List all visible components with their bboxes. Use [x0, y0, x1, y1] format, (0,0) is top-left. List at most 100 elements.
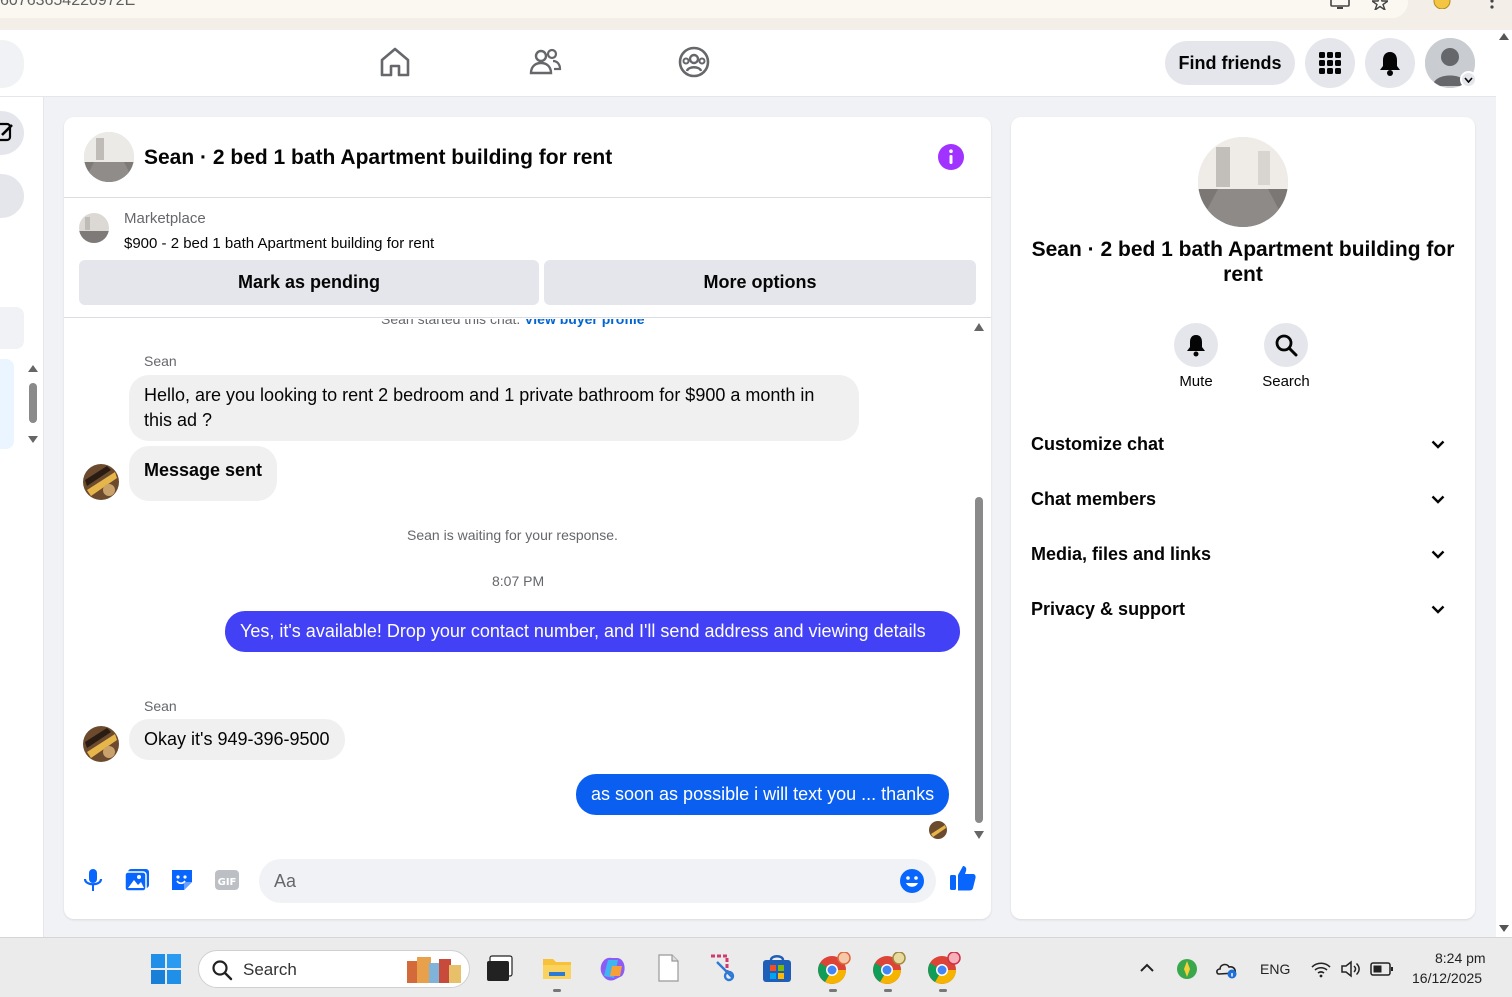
section-customize-chat[interactable]: Customize chat [1031, 424, 1455, 464]
sidebar-scrollbar[interactable] [28, 365, 38, 450]
snipping-tool-icon[interactable] [707, 952, 739, 984]
more-options-button[interactable]: More options [544, 260, 976, 305]
message-input-placeholder: Aa [274, 871, 297, 891]
browser-toolbar: 60763654220972E [0, 0, 1512, 30]
sender-avatar[interactable] [83, 726, 119, 762]
compose-icon[interactable] [0, 121, 14, 148]
sidebar-item[interactable] [0, 307, 24, 349]
outgoing-message[interactable]: Yes, it's available! Drop your contact n… [225, 611, 960, 652]
chevron-up-icon[interactable] [1137, 958, 1157, 978]
chats-sidebar [0, 97, 44, 937]
notifications-button[interactable] [1365, 38, 1415, 88]
listing-thumbnail[interactable] [79, 213, 109, 243]
battery-icon[interactable] [1370, 961, 1394, 977]
facebook-search-pill[interactable] [0, 40, 24, 88]
sticker-icon[interactable] [168, 866, 196, 894]
gif-icon[interactable]: GIF [213, 866, 241, 894]
section-privacy-support[interactable]: Privacy & support [1031, 589, 1455, 629]
chevron-down-icon [1431, 550, 1445, 559]
tray-app-icon[interactable] [1176, 958, 1198, 980]
windows-taskbar: Search ENG 8:24 pm 16/12/2025 [0, 937, 1512, 997]
search-icon [1264, 323, 1308, 367]
bell-icon [1174, 323, 1218, 367]
search-in-conversation-button[interactable]: Search [1241, 323, 1331, 390]
task-view-icon[interactable] [484, 952, 516, 984]
emoji-icon[interactable] [899, 868, 925, 899]
running-indicator [829, 989, 837, 992]
bookmark-star-icon[interactable] [1369, 0, 1391, 14]
wifi-icon[interactable] [1310, 960, 1332, 978]
outgoing-message[interactable]: as soon as possible i will text you ... … [576, 774, 950, 815]
friends-icon[interactable] [527, 44, 563, 80]
onedrive-icon[interactable] [1215, 958, 1239, 980]
file-explorer-icon[interactable] [541, 952, 573, 984]
address-bar-url[interactable]: 60763654220972E [0, 0, 135, 10]
section-media-files-links[interactable]: Media, files and links [1031, 534, 1455, 574]
running-indicator [884, 989, 892, 992]
home-icon[interactable] [377, 44, 413, 80]
sidebar-item-selected[interactable] [0, 359, 14, 449]
message-scrollbar[interactable] [971, 323, 987, 845]
mark-as-pending-button[interactable]: Mark as pending [79, 260, 539, 305]
chevron-down-icon [1431, 440, 1445, 449]
running-indicator [939, 989, 947, 992]
info-icon[interactable] [938, 144, 964, 170]
message-input[interactable]: Aa [259, 859, 936, 903]
page-scrollbar[interactable] [1496, 30, 1512, 937]
mute-button[interactable]: Mute [1151, 323, 1241, 390]
install-app-icon[interactable] [1330, 0, 1350, 14]
section-chat-members[interactable]: Chat members [1031, 479, 1455, 519]
clock-time[interactable]: 8:24 pm [1435, 950, 1486, 966]
timestamp: 8:07 PM [492, 573, 545, 589]
language-indicator[interactable]: ENG [1260, 961, 1290, 977]
running-indicator [553, 989, 561, 992]
chrome-icon[interactable] [816, 951, 851, 984]
listing-title[interactable]: $900 - 2 bed 1 bath Apartment building f… [124, 235, 434, 252]
sidebar-search-button[interactable] [0, 174, 24, 218]
chat-started-text: Sean started this chat. [381, 319, 521, 327]
chevron-down-icon[interactable] [1460, 71, 1477, 88]
incoming-message[interactable]: Okay it's 949-396-9500 [129, 719, 345, 760]
message-composer: GIF Aa [64, 853, 991, 919]
listing-avatar[interactable] [84, 132, 134, 182]
read-receipt-avatar [929, 821, 947, 839]
section-label: Privacy & support [1031, 598, 1186, 619]
volume-icon[interactable] [1340, 960, 1362, 978]
section-label: Chat members [1031, 488, 1157, 509]
chrome-icon[interactable] [871, 951, 906, 984]
clock-date[interactable]: 16/12/2025 [1412, 970, 1482, 986]
profile-icon[interactable] [1432, 0, 1452, 13]
groups-icon[interactable] [676, 44, 712, 80]
windows-start-icon[interactable] [150, 953, 182, 985]
mute-label: Mute [1179, 373, 1213, 390]
info-panel-title: Sean · 2 bed 1 bath Apartment building f… [1031, 238, 1455, 286]
chevron-down-icon [1431, 605, 1445, 614]
notepad-icon[interactable] [652, 952, 684, 984]
address-bar[interactable] [0, 0, 1408, 18]
find-friends-button[interactable]: Find friends [1165, 41, 1295, 85]
conversation-header: Sean · 2 bed 1 bath Apartment building f… [64, 117, 991, 198]
bell-icon [1380, 52, 1400, 76]
taskbar-search-label: Search [243, 960, 297, 979]
photo-icon[interactable] [123, 866, 151, 894]
waiting-notice: Sean is waiting for your response. [407, 527, 618, 543]
menu-button[interactable] [1305, 38, 1355, 88]
marketplace-listing-bar: Marketplace $900 - 2 bed 1 bath Apartmen… [64, 198, 991, 318]
copilot-icon[interactable] [596, 952, 628, 984]
grid-menu-icon [1319, 52, 1341, 74]
thumbs-up-icon[interactable] [948, 863, 976, 891]
conversation-title[interactable]: Sean · 2 bed 1 bath Apartment building f… [144, 146, 612, 170]
browser-menu-icon[interactable] [1490, 0, 1494, 13]
view-buyer-profile-link[interactable]: View buyer profile [524, 319, 644, 327]
sender-name: Sean [144, 698, 177, 714]
taskbar-search[interactable]: Search [198, 950, 470, 988]
incoming-message[interactable]: Hello, are you looking to rent 2 bedroom… [129, 375, 859, 441]
sender-avatar[interactable] [83, 464, 119, 500]
microsoft-store-icon[interactable] [761, 952, 793, 984]
message-sent-card[interactable]: Message sent [129, 446, 278, 501]
search-icon [212, 960, 233, 981]
chrome-icon[interactable] [926, 951, 961, 984]
microphone-icon[interactable] [79, 866, 107, 894]
section-label: Media, files and links [1031, 543, 1212, 564]
listing-avatar-large[interactable] [1198, 137, 1288, 227]
